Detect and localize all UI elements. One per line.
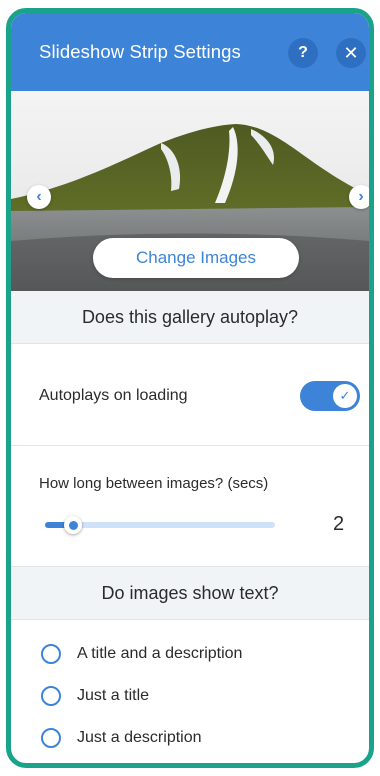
autoplay-label: Autoplays on loading [39, 387, 188, 404]
close-button[interactable]: ✕ [336, 38, 366, 68]
radio-option-title-description[interactable]: A title and a description [41, 644, 242, 664]
text-section-title: Do images show text? [11, 566, 369, 620]
close-icon: ✕ [343, 42, 359, 63]
change-images-button[interactable]: Change Images [93, 238, 299, 278]
next-image-button[interactable]: › [349, 185, 369, 209]
previous-image-button[interactable]: ‹ [27, 185, 51, 209]
autoplay-toggle[interactable]: ✓ [300, 381, 360, 411]
radio-button[interactable] [41, 728, 61, 748]
chevron-left-icon: ‹ [36, 188, 42, 205]
slider-handle[interactable] [64, 516, 82, 534]
radio-button[interactable] [41, 644, 61, 664]
autoplay-section-title: Does this gallery autoplay? [11, 291, 369, 344]
radio-label: A title and a description [77, 645, 243, 662]
checkmark-icon: ✓ [339, 388, 351, 403]
chevron-right-icon: › [358, 188, 364, 205]
settings-panel: Slideshow Strip Settings ? ✕ ‹ › Change … [6, 8, 374, 768]
radio-button[interactable] [41, 686, 61, 706]
radio-label: Just a title [77, 687, 150, 704]
radio-option-partial[interactable] [41, 765, 77, 768]
interval-slider[interactable] [45, 516, 275, 534]
panel-title: Slideshow Strip Settings [39, 41, 241, 62]
panel-header: Slideshow Strip Settings ? ✕ [11, 13, 369, 91]
radio-option-description-only[interactable]: Just a description [41, 728, 202, 748]
toggle-knob: ✓ [333, 384, 357, 408]
radio-option-title-only[interactable]: Just a title [41, 686, 149, 706]
image-preview: ‹ › Change Images [11, 91, 369, 291]
interval-value: 2 [333, 513, 345, 535]
help-button[interactable]: ? [288, 38, 318, 68]
divider [11, 445, 369, 446]
radio-label: Just a description [77, 729, 202, 746]
radio-button[interactable] [41, 765, 61, 768]
interval-label: How long between images? (secs) [39, 475, 269, 492]
help-icon: ? [298, 44, 308, 61]
